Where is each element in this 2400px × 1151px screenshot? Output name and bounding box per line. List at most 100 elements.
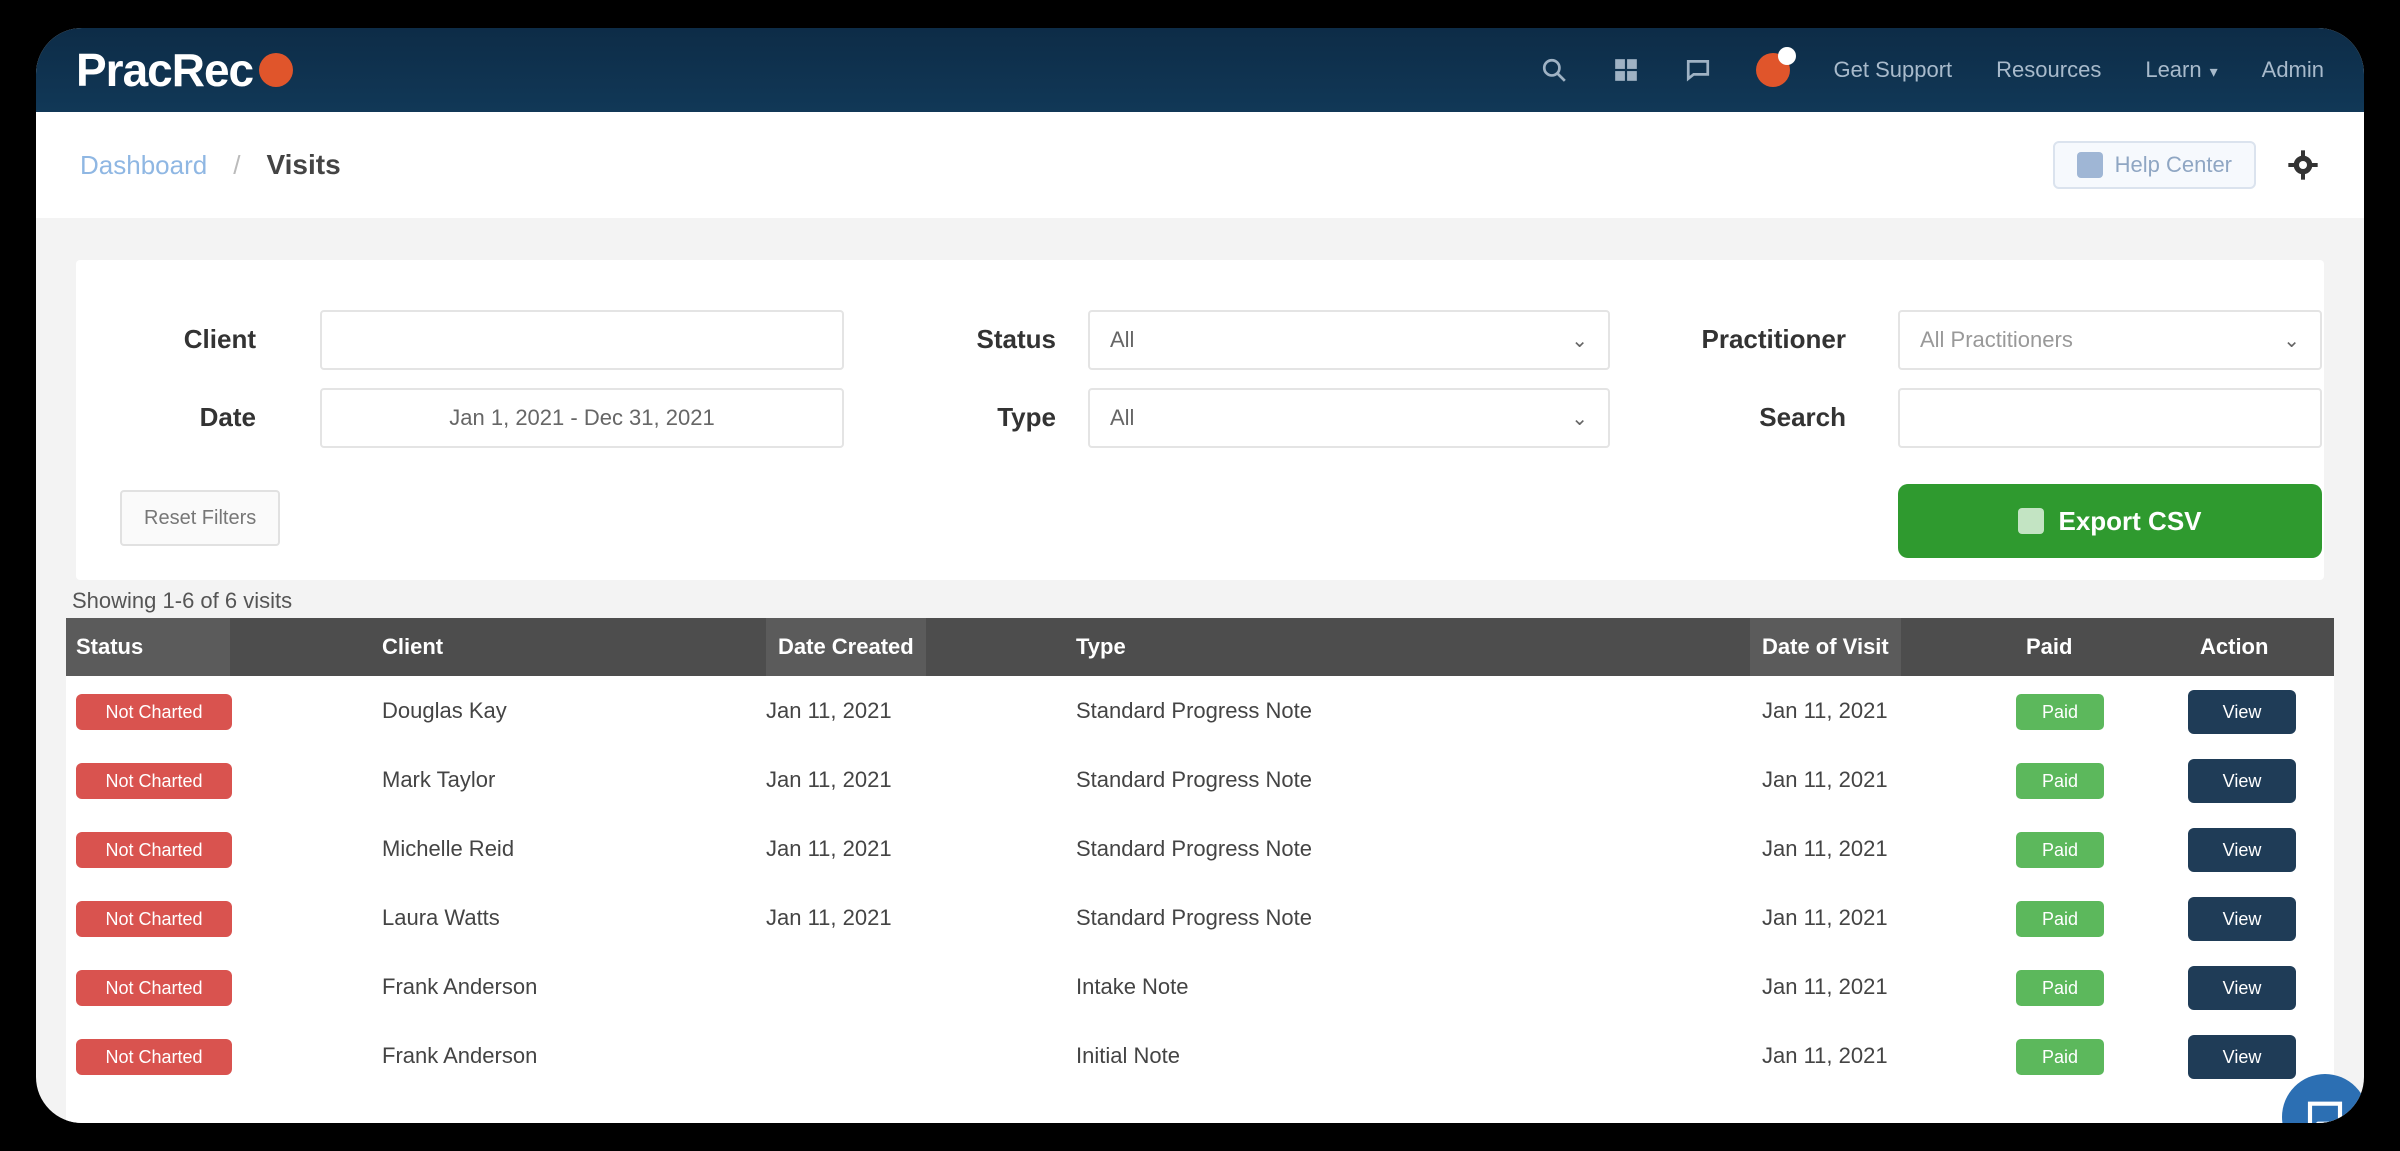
date-of-visit: Jan 11, 2021: [1762, 1043, 1888, 1068]
table-row: Not Charted Frank Anderson Initial Note Jan…: [66, 1021, 2334, 1090]
column-status[interactable]: Status: [66, 618, 230, 676]
date-range-value: Jan 1, 2021 - Dec 31, 2021: [449, 405, 715, 430]
column-type[interactable]: Type: [1076, 618, 1126, 676]
breadcrumb-parent[interactable]: Dashboard: [80, 150, 207, 181]
visit-type: Intake Note: [1076, 974, 1189, 999]
date-of-visit: Jan 11, 2021: [1762, 974, 1888, 999]
status-label: Status: [976, 324, 1056, 354]
paid-badge: Paid: [2016, 970, 2104, 1006]
type-select-value: All: [1110, 405, 1135, 430]
grid-icon[interactable]: [1612, 56, 1640, 84]
practitioner-select[interactable]: All Practitioners ⌄: [1898, 310, 2322, 370]
logo-text: PracRec: [76, 44, 254, 96]
client-name[interactable]: Mark Taylor: [382, 745, 495, 814]
client-name[interactable]: Laura Watts: [382, 883, 500, 952]
app-frame: PracRec Get Support Resources Learn ▾ Adm…: [36, 28, 2364, 1123]
date-of-visit: Jan 11, 2021: [1762, 767, 1888, 792]
date-of-visit: Jan 11, 2021: [1762, 836, 1888, 861]
filter-panel: Client Date Jan 1, 2021 - Dec 31, 2021 S…: [76, 260, 2324, 580]
practitioner-select-value: All Practitioners: [1920, 327, 2073, 352]
chevron-down-icon: ⌄: [2283, 329, 2300, 352]
date-created: Jan 11, 2021: [766, 905, 892, 930]
status-badge: Not Charted: [76, 1039, 232, 1075]
breadcrumb-separator: /: [233, 149, 241, 180]
search-label: Search: [1759, 402, 1846, 432]
view-button[interactable]: View: [2188, 1035, 2296, 1079]
paid-badge: Paid: [2016, 763, 2104, 799]
date-of-visit: Jan 11, 2021: [1762, 905, 1888, 930]
status-select[interactable]: All ⌄: [1088, 310, 1610, 370]
table-row: Not Charted Laura Watts Jan 11, 2021 Standa…: [66, 883, 2334, 952]
help-center-button[interactable]: Help Center: [2052, 141, 2256, 189]
nav-link-learn[interactable]: Learn ▾: [2145, 57, 2217, 83]
type-label: Type: [997, 402, 1056, 432]
page-title: Visits: [266, 149, 341, 180]
client-name[interactable]: Douglas Kay: [382, 676, 507, 745]
status-badge: Not Charted: [76, 901, 232, 937]
table-row: Not Charted Michelle Reid Jan 11, 2021 Stan…: [66, 814, 2334, 883]
table-row: Not Charted Mark Taylor Jan 11, 2021 Standa…: [66, 745, 2334, 814]
top-navbar: PracRec Get Support Resources Learn ▾ Adm…: [36, 28, 2364, 112]
chevron-down-icon: ⌄: [1571, 407, 1588, 430]
download-icon: [2018, 508, 2045, 534]
table-header: Status Client Date Created Type Date of …: [66, 618, 2334, 676]
visits-table: Status Client Date Created Type Date of …: [66, 618, 2334, 1123]
help-center-label: Help Center: [2114, 152, 2232, 177]
notification-icon[interactable]: [1755, 47, 1796, 87]
status-badge: Not Charted: [76, 763, 232, 799]
view-button[interactable]: View: [2188, 966, 2296, 1010]
nav-link-resources[interactable]: Resources: [1996, 57, 2101, 83]
column-action[interactable]: Action: [2200, 618, 2268, 676]
column-client[interactable]: Client: [382, 618, 443, 676]
status-badge: Not Charted: [76, 970, 232, 1006]
export-csv-button[interactable]: Export CSV: [1898, 484, 2322, 558]
chat-icon[interactable]: [1684, 56, 1712, 84]
help-icon: [2076, 152, 2103, 178]
nav-link-support[interactable]: Get Support: [1834, 57, 1953, 83]
app-logo[interactable]: PracRec: [76, 43, 294, 97]
visit-type: Standard Progress Note: [1076, 836, 1313, 861]
date-label: Date: [199, 402, 256, 432]
visit-type: Standard Progress Note: [1076, 905, 1313, 930]
status-select-value: All: [1110, 327, 1135, 352]
status-badge: Not Charted: [76, 832, 232, 868]
column-paid[interactable]: Paid: [2026, 618, 2072, 676]
visit-type: Standard Progress Note: [1076, 698, 1313, 723]
column-date-created[interactable]: Date Created: [766, 618, 926, 676]
date-range-input[interactable]: Jan 1, 2021 - Dec 31, 2021: [320, 388, 844, 448]
visit-type: Standard Progress Note: [1076, 767, 1313, 792]
export-csv-label: Export CSV: [2058, 505, 2202, 536]
view-button[interactable]: View: [2188, 759, 2296, 803]
table-row: Not Charted Douglas Kay Jan 11, 2021 Standa…: [66, 676, 2334, 745]
nav-right: Get Support Resources Learn ▾ Admin: [1540, 47, 2324, 87]
date-of-visit: Jan 11, 2021: [1762, 698, 1888, 723]
search-input[interactable]: [1898, 388, 2322, 448]
column-date-of-visit[interactable]: Date of Visit: [1750, 618, 1901, 676]
view-button[interactable]: View: [2188, 690, 2296, 734]
nav-link-admin[interactable]: Admin: [2262, 57, 2324, 83]
date-created: Jan 11, 2021: [766, 767, 892, 792]
view-button[interactable]: View: [2188, 828, 2296, 872]
chevron-down-icon: ⌄: [1571, 329, 1588, 352]
client-name[interactable]: Frank Anderson: [382, 1021, 537, 1090]
client-name[interactable]: Michelle Reid: [382, 814, 514, 883]
chat-icon: [2307, 1101, 2343, 1123]
practitioner-label: Practitioner: [1701, 324, 1847, 354]
reset-filters-button[interactable]: Reset Filters: [120, 490, 281, 546]
search-icon[interactable]: [1540, 56, 1568, 84]
status-badge: Not Charted: [76, 694, 232, 730]
type-select[interactable]: All ⌄: [1088, 388, 1610, 448]
client-input[interactable]: [320, 310, 844, 370]
notification-count: [1777, 47, 1796, 65]
nav-link-learn-label: Learn: [2145, 57, 2202, 82]
date-created: Jan 11, 2021: [766, 698, 892, 723]
view-button[interactable]: View: [2188, 897, 2296, 941]
gear-icon[interactable]: [2286, 148, 2320, 182]
breadcrumb-bar: Dashboard / Visits Help Center: [36, 112, 2364, 218]
visit-type: Initial Note: [1076, 1043, 1180, 1068]
client-label: Client: [183, 324, 256, 354]
paid-badge: Paid: [2016, 901, 2104, 937]
date-created: Jan 11, 2021: [766, 836, 892, 861]
client-name[interactable]: Frank Anderson: [382, 952, 537, 1021]
paid-badge: Paid: [2016, 832, 2104, 868]
